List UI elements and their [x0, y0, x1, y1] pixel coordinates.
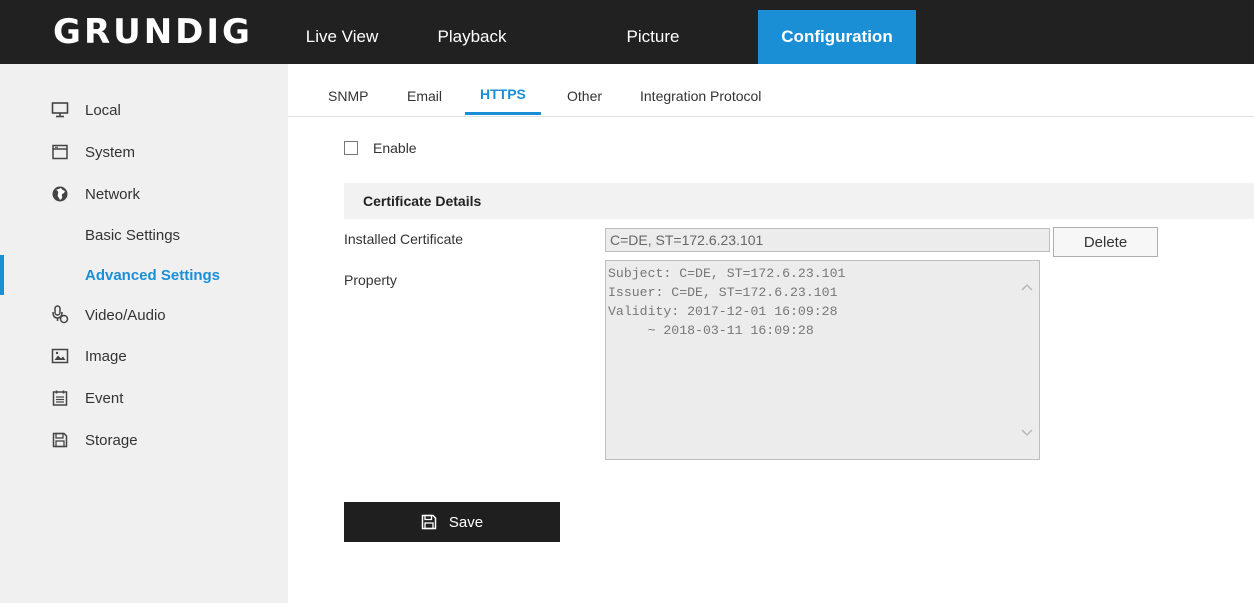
sidebar-item-event[interactable]: Event	[0, 378, 288, 418]
save-button[interactable]: Save	[344, 502, 560, 542]
nav-configuration[interactable]: Configuration	[758, 10, 916, 64]
installed-certificate-field[interactable]: C=DE, ST=172.6.23.101	[605, 228, 1050, 252]
enable-row: Enable	[344, 140, 417, 156]
image-icon	[51, 347, 69, 365]
sidebar-item-image[interactable]: Image	[0, 336, 288, 376]
sidebar-item-label: Network	[85, 185, 141, 203]
tab-https[interactable]: HTTPS	[465, 86, 541, 115]
sidebar-item-label: System	[85, 143, 136, 161]
header-bar: GRUNDIG Live View Playback Picture Confi…	[0, 0, 1254, 64]
enable-checkbox[interactable]	[344, 141, 358, 155]
tab-bar: SNMP Email HTTPS Other Integration Proto…	[288, 64, 1254, 117]
property-textarea[interactable]: Subject: C=DE, ST=172.6.23.101 Issuer: C…	[605, 260, 1040, 460]
logo-text: GRUNDIG	[53, 12, 253, 52]
nav-picture[interactable]: Picture	[548, 10, 758, 64]
tab-email[interactable]: Email	[407, 88, 442, 114]
installed-certificate-label: Installed Certificate	[344, 231, 464, 247]
save-label: Save	[448, 513, 484, 531]
enable-label: Enable	[373, 140, 417, 156]
sidebar-item-video-audio[interactable]: Video/Audio	[0, 295, 288, 335]
certificate-details-header: Certificate Details	[344, 183, 1254, 219]
sidebar-item-label: Event	[85, 389, 124, 407]
sidebar-item-local[interactable]: Local	[0, 90, 288, 130]
sidebar-item-network[interactable]: Network	[0, 174, 288, 214]
sidebar: Local System Network Basic Settings Adva…	[0, 64, 288, 603]
save-icon	[421, 514, 437, 530]
sidebar-item-system[interactable]: System	[0, 132, 288, 172]
sidebar-item-label: Image	[85, 347, 127, 365]
microphone-icon	[51, 305, 69, 324]
nav-live-view[interactable]: Live View	[288, 10, 396, 64]
property-label: Property	[344, 272, 397, 288]
main-content: SNMP Email HTTPS Other Integration Proto…	[288, 64, 1254, 603]
sidebar-item-label: Basic Settings	[85, 226, 181, 244]
sidebar-item-label: Advanced Settings	[85, 266, 221, 284]
sidebar-item-label: Storage	[85, 431, 138, 449]
window-icon	[51, 143, 69, 161]
floppy-icon	[51, 431, 69, 449]
sidebar-item-storage[interactable]: Storage	[0, 420, 288, 460]
brand-logo: GRUNDIG	[18, 10, 288, 54]
tab-snmp[interactable]: SNMP	[328, 88, 368, 114]
delete-button[interactable]: Delete	[1053, 227, 1158, 257]
sidebar-item-advanced-settings[interactable]: Advanced Settings	[0, 255, 288, 295]
tab-other[interactable]: Other	[567, 88, 602, 114]
tab-integration-protocol[interactable]: Integration Protocol	[640, 88, 761, 114]
sidebar-item-label: Video/Audio	[85, 306, 166, 324]
chevron-down-icon[interactable]	[1021, 427, 1033, 439]
main-nav: Live View Playback Picture Configuration	[288, 10, 916, 64]
chevron-up-icon[interactable]	[1021, 281, 1033, 293]
nav-playback[interactable]: Playback	[396, 10, 548, 64]
globe-icon	[51, 185, 69, 203]
property-text: Subject: C=DE, ST=172.6.23.101 Issuer: C…	[608, 266, 846, 338]
sidebar-item-basic-settings[interactable]: Basic Settings	[0, 215, 288, 255]
calendar-icon	[51, 389, 69, 407]
section-title: Certificate Details	[363, 193, 482, 209]
monitor-icon	[51, 101, 69, 119]
sidebar-item-label: Local	[85, 101, 121, 119]
